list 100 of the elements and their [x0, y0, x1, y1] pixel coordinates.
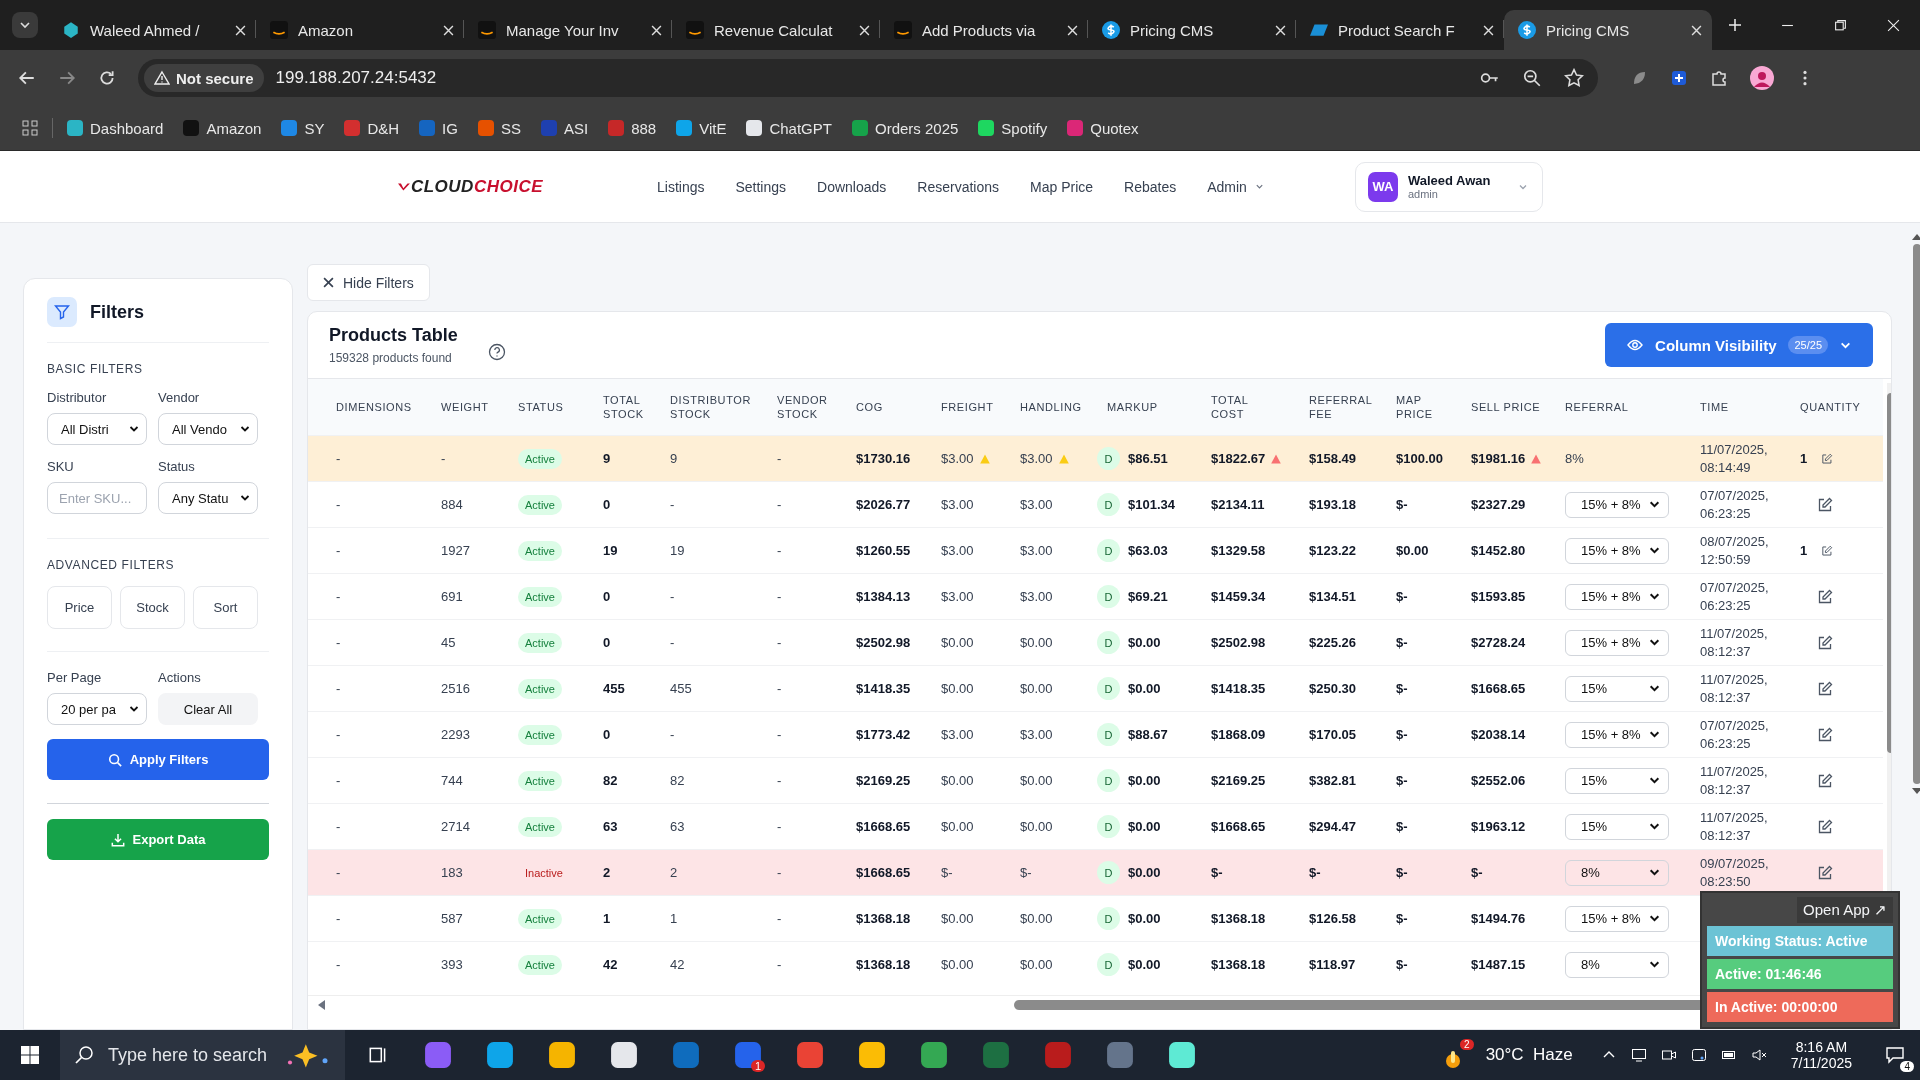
table-cell-text: 11/07/2025, 08:14:49	[1700, 440, 1769, 477]
table-cell: $88.67	[1128, 727, 1168, 742]
table-cell: -	[777, 681, 782, 696]
table-cell: $1452.80	[1471, 543, 1526, 558]
markup-type-badge: D	[1097, 723, 1120, 746]
table-cell: $1593.85	[1471, 589, 1526, 604]
table-cell: 1	[670, 911, 678, 926]
products-count: 159328 products found	[329, 351, 453, 365]
table-cell: -	[336, 451, 341, 466]
table-cell: $3.00	[1020, 727, 1053, 742]
table-cell: $3.00	[941, 727, 974, 742]
tab-title: Pricing CMS	[1130, 21, 1215, 39]
table-cell: $0.00	[1128, 957, 1161, 972]
table-cell: $126.58	[1309, 911, 1356, 926]
table-cell: 2516	[441, 681, 470, 696]
markup-type-badge: D	[1097, 907, 1120, 930]
table-cell: $1418.35	[1211, 681, 1266, 696]
table-cell: 9	[603, 451, 611, 466]
table-cell: $-	[1309, 865, 1321, 880]
table-cell: $0.00	[1020, 635, 1053, 650]
table-cell: $3.00	[1020, 497, 1053, 512]
table-cell: $0.00	[1128, 911, 1161, 926]
table-cell-text: 09/07/2025, 08:23:50	[1700, 854, 1770, 891]
status-bar: Working Status: Active	[1707, 926, 1893, 956]
table-cell: -	[777, 911, 782, 926]
table-cell: $1668.65	[1211, 819, 1266, 834]
user-role: admin	[1407, 188, 1439, 200]
markup-type-badge: D	[1097, 861, 1120, 884]
table-cell: 9	[670, 451, 678, 466]
table-cell: 2293	[441, 727, 470, 742]
table-cell: $1418.35	[856, 681, 911, 696]
table-cell: $3.00	[941, 497, 974, 512]
table-cell: -	[336, 957, 341, 972]
table-cell: $2134.11	[1211, 497, 1265, 512]
table-cell: $0.00	[1020, 911, 1053, 926]
table-cell: -	[777, 865, 782, 880]
table-cell: $3.00	[941, 451, 974, 466]
table-cell: $-	[941, 865, 953, 880]
table-cell: $0.00	[1128, 635, 1161, 650]
status-badge: Active	[518, 770, 562, 791]
inactive-time-bar: In Active: 00:00:00	[1707, 992, 1893, 1022]
table-cell: $1730.16	[856, 451, 911, 466]
table-cell: $-	[1471, 865, 1483, 880]
table-title: Products Table	[329, 325, 458, 346]
table-cell: $170.05	[1309, 727, 1356, 742]
table-cell: 455	[603, 681, 625, 696]
table-cell: $1384.13	[856, 589, 911, 604]
table-cell: $69.21	[1128, 589, 1168, 604]
table-cell: $-	[1396, 773, 1408, 788]
table-cell: $0.00	[1128, 819, 1161, 834]
table-cell: 19	[603, 543, 618, 558]
table-cell: -	[336, 865, 341, 880]
table-cell: -	[777, 589, 782, 604]
section-heading: BASIC FILTERS	[47, 362, 144, 376]
active-time-bar: Active: 01:46:46	[1707, 959, 1893, 989]
table-cell: $3.00	[941, 589, 974, 604]
table-cell: $0.00	[941, 911, 974, 926]
table-cell: $-	[1020, 865, 1032, 880]
table-cell: $1368.18	[1211, 911, 1266, 926]
table-cell: -	[777, 543, 782, 558]
table-cell: $382.81	[1309, 773, 1356, 788]
table-cell: $3.00	[1020, 589, 1053, 604]
table-cell: 2	[670, 865, 678, 880]
table-cell: 2	[603, 865, 611, 880]
table-cell-text: 11/07/2025, 08:12:37	[1700, 808, 1769, 845]
table-cell: $0.00	[941, 819, 974, 834]
table-cell: 8%	[1565, 451, 1584, 466]
table-cell: $250.30	[1309, 681, 1356, 696]
table-cell: $0.00	[941, 635, 974, 650]
table-cell: $3.00	[1020, 451, 1053, 466]
table-cell: -	[336, 911, 341, 926]
table-cell: 0	[603, 497, 611, 512]
table-cell: 2714	[441, 819, 470, 834]
table-cell: $-	[1396, 497, 1408, 512]
table-cell-text: 07/07/2025, 06:23:25	[1700, 486, 1770, 523]
field-label: Per Page	[47, 670, 103, 685]
status-badge: Active	[518, 494, 562, 515]
table-cell: $86.51	[1128, 451, 1168, 466]
table-cell: 884	[441, 497, 463, 512]
table-cell: $1868.09	[1211, 727, 1266, 742]
table-cell: $123.22	[1309, 543, 1356, 558]
table-cell: 1927	[441, 543, 470, 558]
table-cell: $1368.18	[856, 957, 911, 972]
table-cell: 455	[670, 681, 692, 696]
status-badge: Active	[518, 632, 562, 653]
table-cell: 42	[603, 957, 618, 972]
tab-title: Add Products via	[922, 21, 1037, 39]
markup-type-badge: D	[1097, 631, 1120, 654]
table-cell: 82	[603, 773, 618, 788]
markup-type-badge: D	[1097, 953, 1120, 976]
table-cell: $2552.06	[1471, 773, 1526, 788]
table-cell: $0.00	[1128, 865, 1161, 880]
table-cell: -	[777, 957, 782, 972]
panel-title: Filters	[90, 301, 145, 323]
tab-title: Waleed Ahmed /	[90, 21, 201, 39]
table-cell: $-	[1396, 865, 1408, 880]
table-cell: $1329.58	[1211, 543, 1266, 558]
table-cell: $0.00	[941, 957, 974, 972]
table-cell: $0.00	[941, 773, 974, 788]
table-cell-text: 11/07/2025, 08:12:37	[1700, 762, 1769, 799]
